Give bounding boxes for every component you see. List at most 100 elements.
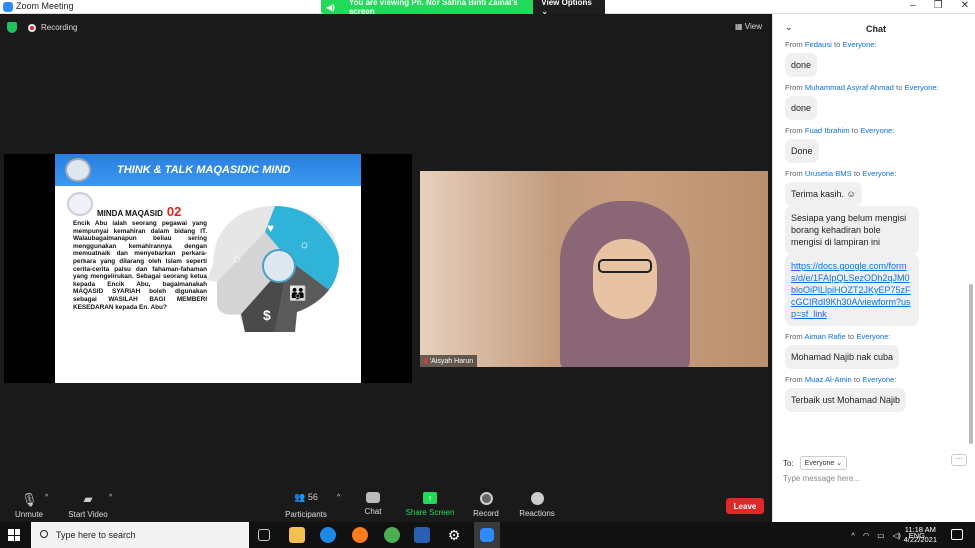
signal-icon: ▮ [424,358,428,365]
chat-button[interactable]: Chat [360,492,386,516]
sender-name[interactable]: Aiman Rafie [804,332,845,341]
sender-name[interactable]: Muaz Al-Amin [805,375,852,384]
participants-icon: 👥 56 [294,492,318,502]
taskbar-search[interactable]: Type here to search [31,522,249,548]
sender-name[interactable]: Firdausi [805,40,832,49]
chat-header: ⌄ Chat [773,14,975,38]
more-options-button[interactable]: ··· [951,454,967,466]
shared-screen: THINK & TALK MAQASIDIC MIND MINDA MAQASI… [4,154,412,383]
battery-icon[interactable]: ▭ [877,531,884,540]
share-screen-button[interactable]: ↑ Share Screen [404,492,456,517]
unmute-button[interactable]: 🎙 Unmute [14,492,44,519]
view-button[interactable]: ▦ View [735,22,762,31]
smiley-icon [530,492,544,505]
from-label: From [785,126,803,135]
restore-button[interactable]: ❐ [934,0,943,11]
view-options-button[interactable]: View Options ⌄ [533,0,605,16]
message-sender-line: From Fuad Ibrahim to Everyone: [785,126,968,135]
emblem-icon [65,158,91,182]
windows-start-icon[interactable] [8,529,20,541]
task-view-icon[interactable] [258,529,270,541]
chat-message: From Muhammad Asyraf Ahmad to Everyone: d… [785,83,968,120]
view-label: View [744,22,762,31]
close-button[interactable]: ✕ [961,0,969,11]
reactions-button[interactable]: Reactions [518,492,556,518]
start-video-button[interactable]: ▰ Start Video [66,492,110,519]
recipient-dropdown[interactable]: Everyone ⌄ [799,456,848,470]
video-options-caret[interactable]: ^ [109,494,112,501]
edge-icon[interactable] [320,527,336,543]
message-bubble: Sesiapa yang belum mengisi borang kehadi… [785,206,919,254]
zoom-taskbar-button[interactable] [474,522,500,548]
message-sender-line: From Aiman Rafie to Everyone: [785,332,968,341]
participant-name: 'Aisyah Harun [429,358,474,365]
message-link[interactable]: https://docs.google.com/forms/d/e/1FAIpQ… [791,261,911,319]
speaker-icon: ◀) [326,2,335,12]
security-shield-icon[interactable] [7,22,17,33]
chat-message: From Firdausi to Everyone: done [785,40,968,77]
participants-count: 56 [307,492,318,502]
recipient-name: Everyone: [856,332,891,341]
leave-button[interactable]: Leave [726,498,764,514]
start-video-label: Start Video [68,510,108,519]
message-sender-line: From Urusetia BMS to Everyone: [785,169,968,178]
chat-icon [366,492,380,503]
message-sender-line: From Firdausi to Everyone: [785,40,968,49]
clock[interactable]: 11:18 AM 4/22/2021 [904,525,937,545]
meeting-area: Recording ▦ View THINK & TALK MAQASIDIC … [0,14,772,488]
participants-label: Participants [285,510,327,519]
heading-number: 02 [166,204,182,219]
chat-input[interactable]: Type message here... [783,474,860,483]
chat-panel: ⌄ Chat From Firdausi to Everyone: done Fro… [772,14,975,522]
recipient-name: Everyone: [862,169,897,178]
sender-name[interactable]: Muhammad Asyraf Ahmad [805,83,894,92]
settings-gear-icon[interactable]: ⚙ [446,527,462,543]
record-icon [479,492,493,505]
message-bubble: Terbaik ust Mohamad Najib [785,388,907,412]
emblem-icon [67,192,93,216]
zoom-app-icon [3,2,13,12]
record-button[interactable]: Record [472,492,500,518]
sender-name[interactable]: Fuad Ibrahim [805,126,850,135]
zoom-icon [480,528,494,542]
from-label: From [785,375,803,384]
chat-scrollbar[interactable] [969,284,973,444]
taskbar-search-text: Type here to search [56,530,136,540]
minimize-button[interactable]: – [910,0,916,11]
to-word: to [851,126,859,135]
firefox-icon[interactable] [352,527,368,543]
clock-time: 11:18 AM [904,525,936,534]
message-bubble: Mohamad Najib nak cuba [785,345,900,369]
heading-text: MINDA MAQASID [97,209,163,218]
tray-chevron-icon[interactable]: ^ [851,531,855,540]
audio-options-caret[interactable]: ^ [45,494,48,501]
collapse-chevron-icon[interactable]: ⌄ [785,22,793,33]
windows-taskbar: Type here to search ⚙ ^ ◠ ▭ ◁) ENG 11:18… [0,522,975,548]
file-explorer-icon[interactable] [289,527,305,543]
chat-messages[interactable]: From Firdausi to Everyone: done From Muham… [773,40,968,450]
reactions-label: Reactions [519,509,555,518]
meeting-toolbar: 🎙 Unmute ^ ▰ Start Video ^ 👥 56 Particip… [0,488,772,522]
video-off-icon: ▰ [83,492,93,506]
message-sender-line: From Muaz Al-Amin to Everyone: [785,375,968,384]
word-icon[interactable] [414,527,430,543]
participants-caret[interactable]: ^ [337,494,340,501]
chat-title: Chat [866,24,886,34]
message-bubble: done [785,53,818,77]
share-screen-icon: ↑ [423,492,437,504]
to-word: to [896,83,903,92]
from-label: From [785,40,803,49]
from-label: From [785,83,803,92]
participants-button[interactable]: 👥 56 Participants [284,492,328,519]
slide-heading: MINDA MAQASID 02 [97,204,181,219]
volume-icon[interactable]: ◁) [892,531,900,540]
wifi-icon[interactable]: ◠ [863,531,870,540]
svg-text:♥: ♥ [267,221,274,235]
participant-face [593,239,657,319]
sender-name[interactable]: Urusetia BMS [805,169,852,178]
message-bubble: https://docs.google.com/forms/d/e/1FAIpQ… [785,254,919,326]
notifications-icon[interactable] [951,529,963,540]
message-bubble: Terima kasih. ☺ [785,182,862,206]
to-word: to [853,169,861,178]
chrome-icon[interactable] [384,527,400,543]
